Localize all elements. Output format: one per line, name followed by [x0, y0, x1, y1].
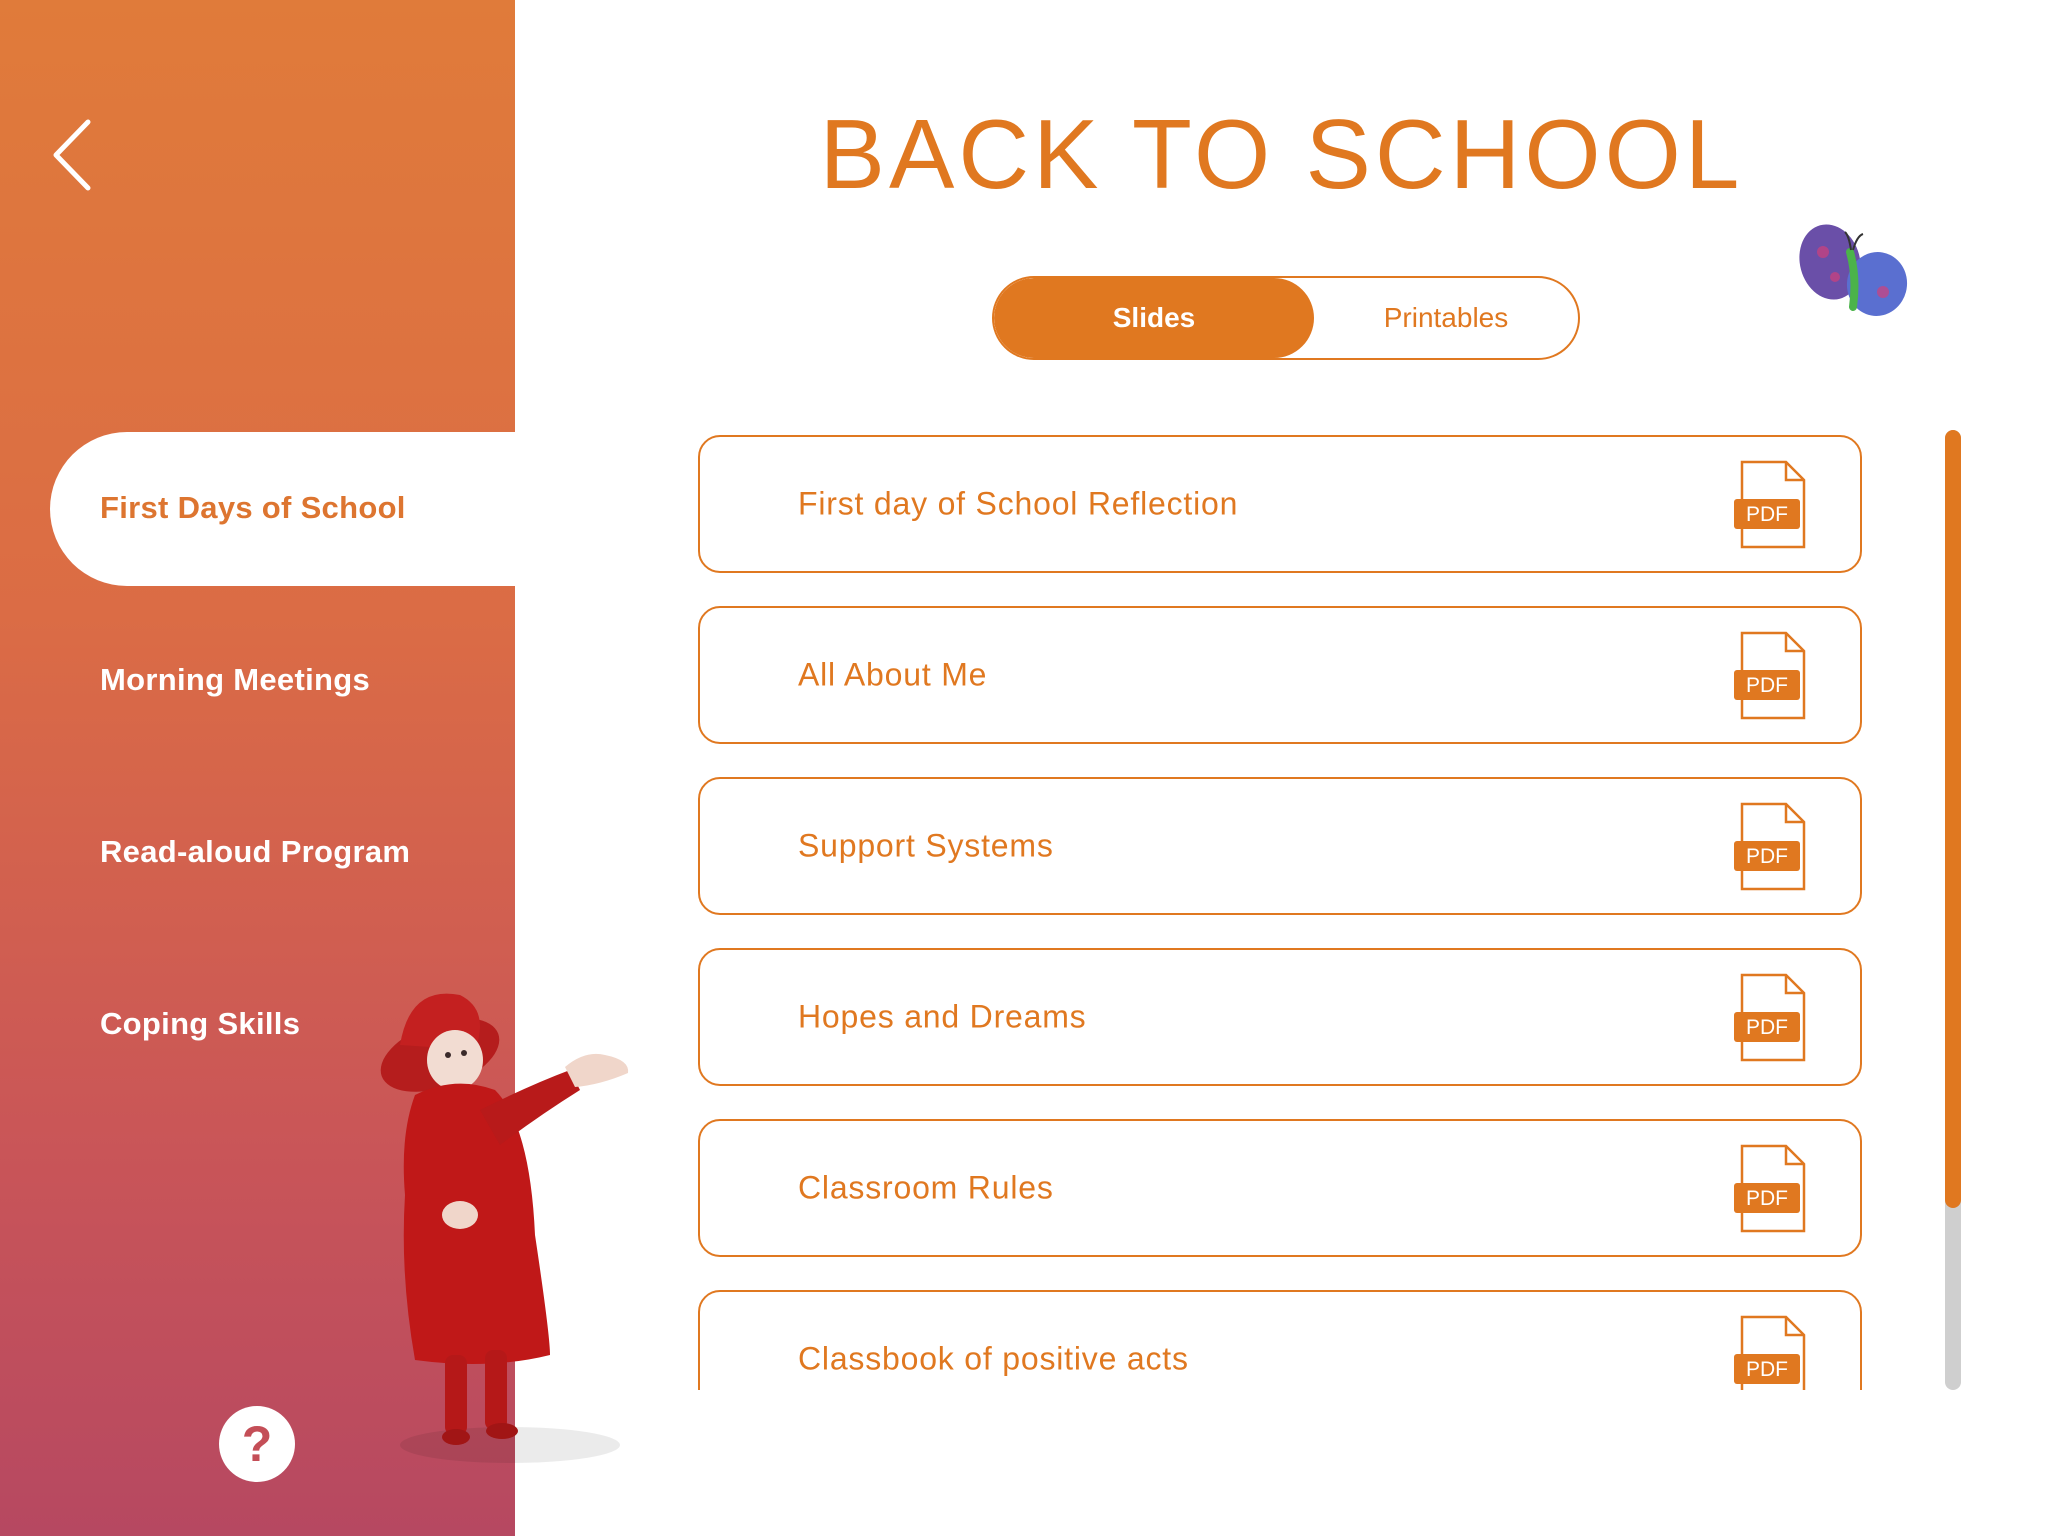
- resource-title: Classroom Rules: [798, 1169, 1054, 1206]
- pdf-file-icon: PDF: [1734, 1315, 1806, 1390]
- pdf-file-icon: PDF: [1734, 460, 1806, 549]
- pdf-badge: PDF: [1746, 845, 1788, 868]
- pdf-file-icon: PDF: [1734, 1144, 1806, 1233]
- help-button[interactable]: ?: [219, 1406, 295, 1482]
- question-mark-icon: ?: [241, 1416, 273, 1472]
- pdf-file-icon: PDF: [1734, 802, 1806, 891]
- resource-title: First day of School Reflection: [798, 485, 1239, 522]
- tab-printables[interactable]: Printables: [1314, 278, 1578, 358]
- resource-title: Classbook of positive acts: [798, 1340, 1189, 1377]
- list-item[interactable]: First day of School Reflection PDF: [698, 435, 1862, 573]
- pdf-badge: PDF: [1746, 1358, 1788, 1381]
- list-item[interactable]: Support Systems PDF: [698, 777, 1862, 915]
- list-item[interactable]: Classroom Rules PDF: [698, 1119, 1862, 1257]
- resource-title: Hopes and Dreams: [798, 998, 1087, 1035]
- resource-title: All About Me: [798, 656, 988, 693]
- butterfly-illustration: [1799, 224, 1908, 316]
- pdf-badge: PDF: [1746, 503, 1788, 526]
- pdf-badge: PDF: [1746, 1016, 1788, 1039]
- sidebar-item-read-aloud-program[interactable]: Read-aloud Program: [100, 834, 410, 870]
- pdf-file-icon: PDF: [1734, 973, 1806, 1062]
- view-toggle: Slides Printables: [992, 276, 1580, 360]
- pdf-badge: PDF: [1746, 674, 1788, 697]
- chevron-left-icon: [53, 119, 91, 191]
- sidebar-item-first-days-of-school[interactable]: First Days of School: [100, 490, 406, 526]
- sidebar-item-coping-skills[interactable]: Coping Skills: [100, 1006, 300, 1042]
- resource-title: Support Systems: [798, 827, 1054, 864]
- pdf-badge: PDF: [1746, 1187, 1788, 1210]
- scrollbar[interactable]: [1945, 430, 1961, 1390]
- sidebar-item-morning-meetings[interactable]: Morning Meetings: [100, 662, 370, 698]
- tab-slides[interactable]: Slides: [994, 278, 1314, 358]
- list-item[interactable]: Classbook of positive acts PDF: [698, 1290, 1862, 1390]
- pdf-file-icon: PDF: [1734, 631, 1806, 720]
- page-title: BACK TO SCHOOL: [819, 99, 1744, 209]
- list-item[interactable]: All About Me PDF: [698, 606, 1862, 744]
- resource-list[interactable]: First day of School Reflection PDF All A…: [690, 430, 1870, 1390]
- list-item[interactable]: Hopes and Dreams PDF: [698, 948, 1862, 1086]
- scrollbar-thumb[interactable]: [1945, 430, 1961, 1208]
- character-illustration: [380, 993, 629, 1463]
- back-button[interactable]: [40, 110, 104, 200]
